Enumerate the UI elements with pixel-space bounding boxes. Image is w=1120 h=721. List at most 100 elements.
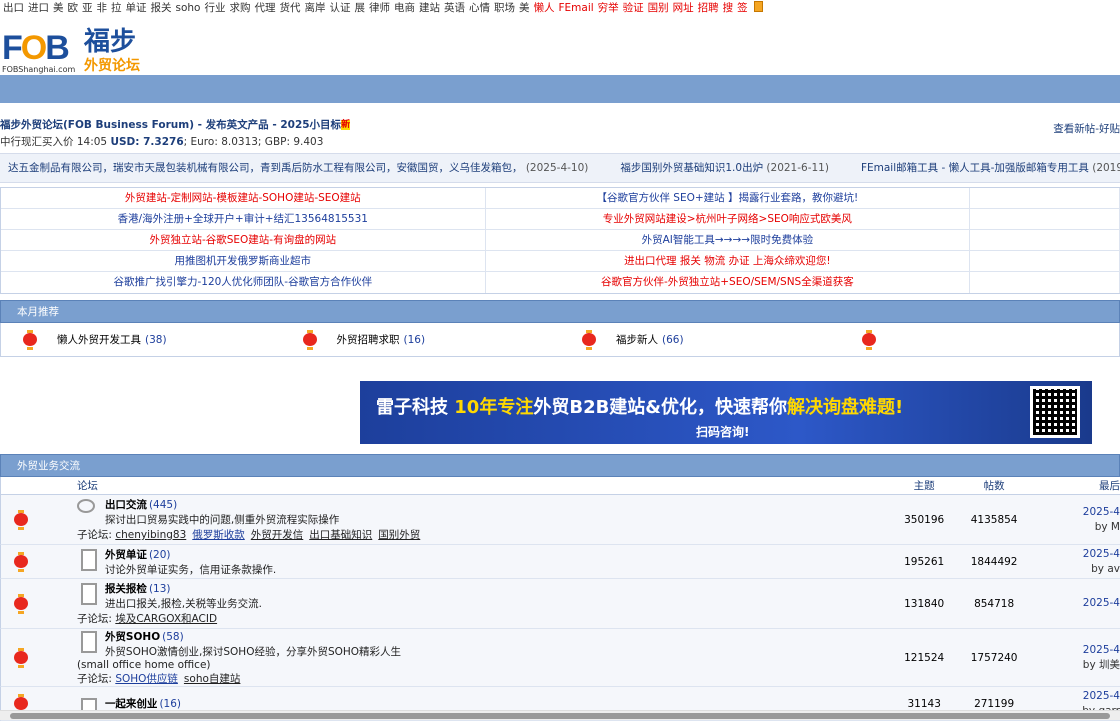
subforum-link[interactable]: 外贸开发信 xyxy=(251,529,304,541)
last-post[interactable]: 2025-4 by M xyxy=(1031,505,1120,535)
last-post-date[interactable]: 2025-4 xyxy=(1031,547,1120,562)
forum-name-link[interactable]: 报关报检 xyxy=(105,583,147,595)
check-icon xyxy=(77,583,101,605)
forum-name-link[interactable]: 外贸SOHO xyxy=(105,631,160,643)
ad-banner[interactable]: 雷子科技 10年专注外贸B2B建站&优化，快速帮你解决询盘难题! 扫码咨询! xyxy=(360,381,1092,444)
ad-row: 用推图机开发俄罗斯商业超市 进出口代理 报关 物流 办证 上海众缔欢迎您! xyxy=(1,251,1120,272)
topnav-link[interactable]: 签 xyxy=(737,2,748,14)
topnav-link[interactable]: 代理 xyxy=(254,2,275,14)
topnav-link[interactable]: 展 xyxy=(354,2,365,14)
ad-link[interactable]: 外贸建站-定制网站-模板建站-SOHO建站-SEO建站 xyxy=(1,188,486,208)
last-post-by[interactable]: by av xyxy=(1031,562,1120,577)
horizontal-scrollbar[interactable] xyxy=(0,710,1120,720)
topnav-link[interactable]: 招聘 xyxy=(698,2,719,14)
topnav-link[interactable]: 出口 xyxy=(3,2,24,14)
topnav-link[interactable]: 网址 xyxy=(673,2,694,14)
last-post-date[interactable]: 2025-4 xyxy=(1031,643,1120,658)
subforum-link[interactable]: 出口基础知识 xyxy=(309,529,372,541)
ad-link[interactable]: 香港/海外注册+全球开户+审计+结汇13564815531 xyxy=(1,209,486,229)
forum-today-count: (16) xyxy=(159,698,181,710)
last-post[interactable]: 2025-4 xyxy=(1031,596,1120,611)
topnav-link[interactable]: 求购 xyxy=(229,2,250,14)
topnav-link[interactable]: 职场 xyxy=(494,2,515,14)
topnav-link[interactable]: 报关 xyxy=(151,2,172,14)
ad-link[interactable]: 进出口代理 报关 物流 办证 上海众缔欢迎您! xyxy=(486,251,971,271)
fob-logo[interactable]: FOB 福步 外贸论坛 FOBShanghai.com xyxy=(2,21,152,75)
topnav-link[interactable]: 认证 xyxy=(329,2,350,14)
subforum-label: 子论坛: xyxy=(76,673,116,685)
forum-row: 报关报检 (13) 进出口报关,报检,关税等业务交流. 子论坛: 埃及CARGOX和A… xyxy=(0,579,1120,629)
ad-link[interactable]: 用推图机开发俄罗斯商业超市 xyxy=(1,251,486,271)
topnav-link[interactable]: 懒人 xyxy=(533,2,554,14)
view-new-posts-link[interactable]: 查看新帖-好贴 xyxy=(1053,121,1120,136)
topnav-link[interactable]: 建站 xyxy=(419,2,440,14)
topnav-link[interactable]: 单证 xyxy=(126,2,147,14)
subforum-link[interactable]: 俄罗斯收款 xyxy=(192,529,245,541)
subforum-link[interactable]: chenyibing83 xyxy=(115,529,186,541)
last-post-date[interactable]: 2025-4 xyxy=(1031,505,1120,520)
topnav-link[interactable]: 进口 xyxy=(28,2,49,14)
topnav-link[interactable]: 欧 xyxy=(68,2,79,14)
subforum-link[interactable]: soho自建站 xyxy=(184,673,240,685)
forum-name-link[interactable]: 出口交流 xyxy=(105,499,147,511)
last-post[interactable]: 2025-4 by 圳美 xyxy=(1031,643,1120,673)
last-post-by[interactable]: by 圳美 xyxy=(1031,658,1120,673)
ad-link[interactable]: 【谷歌官方伙伴 SEO+建站 】揭露行业套路，教你避坑! xyxy=(486,188,971,208)
forum-name-link[interactable]: 一起来创业 xyxy=(105,698,158,710)
ad-link[interactable]: 外贸独立站-谷歌SEO建站-有询盘的网站 xyxy=(1,230,486,250)
topnav-link[interactable]: 行业 xyxy=(204,2,225,14)
topnav-link[interactable]: 英语 xyxy=(444,2,465,14)
person-icon xyxy=(77,631,101,653)
recommend-item[interactable]: 福步新人 (66) xyxy=(560,329,840,350)
ticker-item[interactable]: 达五金制品有限公司，瑞安市天晟包装机械有限公司，青到禹后防水工程有限公司，安徽国… xyxy=(8,162,604,174)
recommend-item-name[interactable]: 福步新人 xyxy=(616,332,658,347)
last-post-date[interactable]: 2025-4 xyxy=(1031,596,1120,611)
last-post-date[interactable]: 2025-4 xyxy=(1031,689,1120,704)
topnav-link[interactable]: 离岸 xyxy=(304,2,325,14)
scrollbar-thumb[interactable] xyxy=(10,713,1110,719)
subforum-link[interactable]: SOHO供应链 xyxy=(115,673,178,685)
topnav-link[interactable]: 心情 xyxy=(469,2,490,14)
info-bar: 福步外贸论坛(FOB Business Forum) - 发布英文产品 - 20… xyxy=(0,103,1120,153)
topnav-link[interactable]: 验证 xyxy=(623,2,644,14)
topnav-link[interactable]: 美 xyxy=(519,2,530,14)
banner-subline: 扫码咨询! xyxy=(696,425,750,439)
topnav-link[interactable]: 穷举 xyxy=(598,2,619,14)
qr-code-icon xyxy=(1030,386,1080,438)
ad-link[interactable]: 外贸AI智能工具→→→→限时免费体验 xyxy=(486,230,971,250)
ticker-item[interactable]: FEmail邮箱工具 - 懒人工具-加强版邮箱专用工具 (2019-12-26) xyxy=(861,162,1120,174)
topnav-link[interactable]: 货代 xyxy=(279,2,300,14)
forum-title-rest[interactable]: - 发布英文产品 - 2025小目标 xyxy=(194,119,341,131)
topic-count: 195261 xyxy=(904,555,945,568)
ad-link[interactable]: 专业外贸网站建设>杭州叶子网络>SEO响应式欧美风 xyxy=(486,209,971,229)
last-post[interactable]: 2025-4 by av xyxy=(1031,547,1120,577)
recommend-item-name[interactable]: 懒人外贸开发工具 xyxy=(57,332,141,347)
lantern-icon xyxy=(12,551,30,572)
topnav-link[interactable]: 搜 xyxy=(723,2,734,14)
topnav-link[interactable]: 国别 xyxy=(648,2,669,14)
recommend-item-name[interactable]: 外贸招聘求职 xyxy=(337,332,400,347)
topnav-link[interactable]: FEmail xyxy=(558,2,593,14)
topnav-link[interactable]: 律师 xyxy=(369,2,390,14)
ticker-item[interactable]: 福步国别外贸基础知识1.0出炉 (2021-6-11) xyxy=(620,162,845,174)
forum-title-link[interactable]: 福步外贸论坛(FOB Business Forum) xyxy=(0,119,194,131)
recommend-item[interactable]: 外贸招聘求职 (16) xyxy=(281,329,561,350)
topnav-link[interactable]: 美 xyxy=(53,2,64,14)
recommend-item-count: (66) xyxy=(662,333,684,346)
topnav-link[interactable]: 拉 xyxy=(111,2,122,14)
topnav-link[interactable]: 电商 xyxy=(394,2,415,14)
book-icon[interactable] xyxy=(753,1,763,12)
forum-name-link[interactable]: 外贸单证 xyxy=(105,549,147,561)
forum-info: 出口交流 (445) 探讨出口贸易实践中的问题,侧重外贸流程实际操作 子论坛: che… xyxy=(76,493,891,546)
subforum-link[interactable]: 埃及CARGOX和ACID xyxy=(115,613,217,625)
ad-empty-cell xyxy=(970,251,1120,271)
topnav-link[interactable]: 亚 xyxy=(82,2,93,14)
last-post-by[interactable]: by M xyxy=(1031,520,1120,535)
subforum-link[interactable]: 国别外贸 xyxy=(378,529,420,541)
recommend-item[interactable]: 懒人外贸开发工具 (38) xyxy=(1,329,281,350)
ad-link[interactable]: 谷歌官方伙伴-外贸独立站+SEO/SEM/SNS全渠道获客 xyxy=(486,272,971,293)
topnav-link[interactable]: soho xyxy=(176,2,201,14)
topnav-link[interactable]: 非 xyxy=(97,2,108,14)
ad-link[interactable]: 谷歌推广找引擎力-120人优化师团队-谷歌官方合作伙伴 xyxy=(1,272,486,293)
forum-section-header[interactable]: 外贸业务交流 xyxy=(0,454,1120,477)
